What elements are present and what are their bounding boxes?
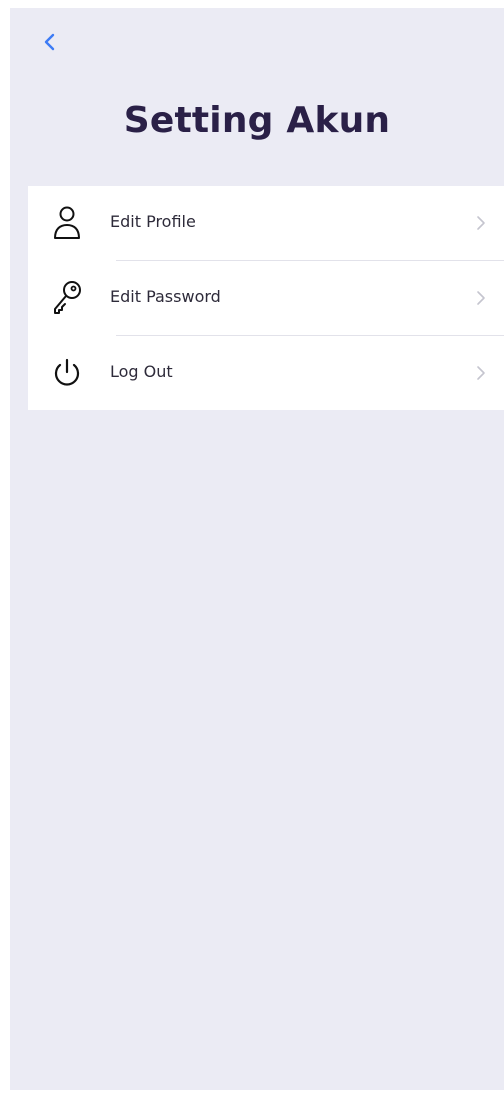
page-title: Setting Akun xyxy=(123,100,391,141)
menu-item-label: Edit Profile xyxy=(110,212,196,231)
menu-item-edit-profile[interactable]: Edit Profile xyxy=(28,186,504,260)
menu-item-edit-password[interactable]: Edit Password xyxy=(28,261,504,335)
settings-menu: Edit Profile Edit Password Log Out xyxy=(28,186,504,410)
chevron-left-icon xyxy=(44,33,55,51)
back-button[interactable] xyxy=(36,28,64,56)
menu-item-log-out[interactable]: Log Out xyxy=(28,336,504,410)
menu-item-label: Log Out xyxy=(110,362,173,381)
chevron-right-icon xyxy=(477,291,485,305)
chevron-right-icon xyxy=(477,216,485,230)
menu-item-label: Edit Password xyxy=(110,287,221,306)
power-icon xyxy=(50,354,84,392)
key-icon xyxy=(50,279,84,317)
settings-screen: Setting Akun Edit Profile Edit Password … xyxy=(10,8,504,1090)
user-icon xyxy=(50,204,84,242)
chevron-right-icon xyxy=(477,366,485,380)
